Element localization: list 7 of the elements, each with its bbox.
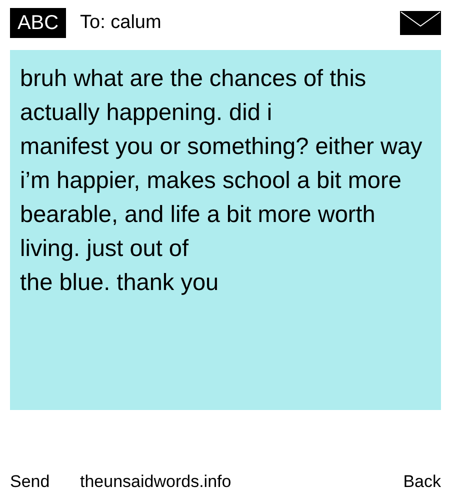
recipient-label: To: calum <box>80 12 162 34</box>
back-softkey[interactable]: Back <box>403 472 441 492</box>
send-softkey[interactable]: Send <box>10 472 80 492</box>
website-label: theunsaidwords.info <box>80 472 232 492</box>
input-mode-indicator: ABC <box>10 8 66 38</box>
envelope-icon <box>400 11 441 35</box>
message-field[interactable]: bruh what are the chances of this actually happening. did i manifest you or something? either way i’m happier, makes school a bit more bearable, and life a bit more worth living. just out of the blue. thank you <box>10 50 441 410</box>
